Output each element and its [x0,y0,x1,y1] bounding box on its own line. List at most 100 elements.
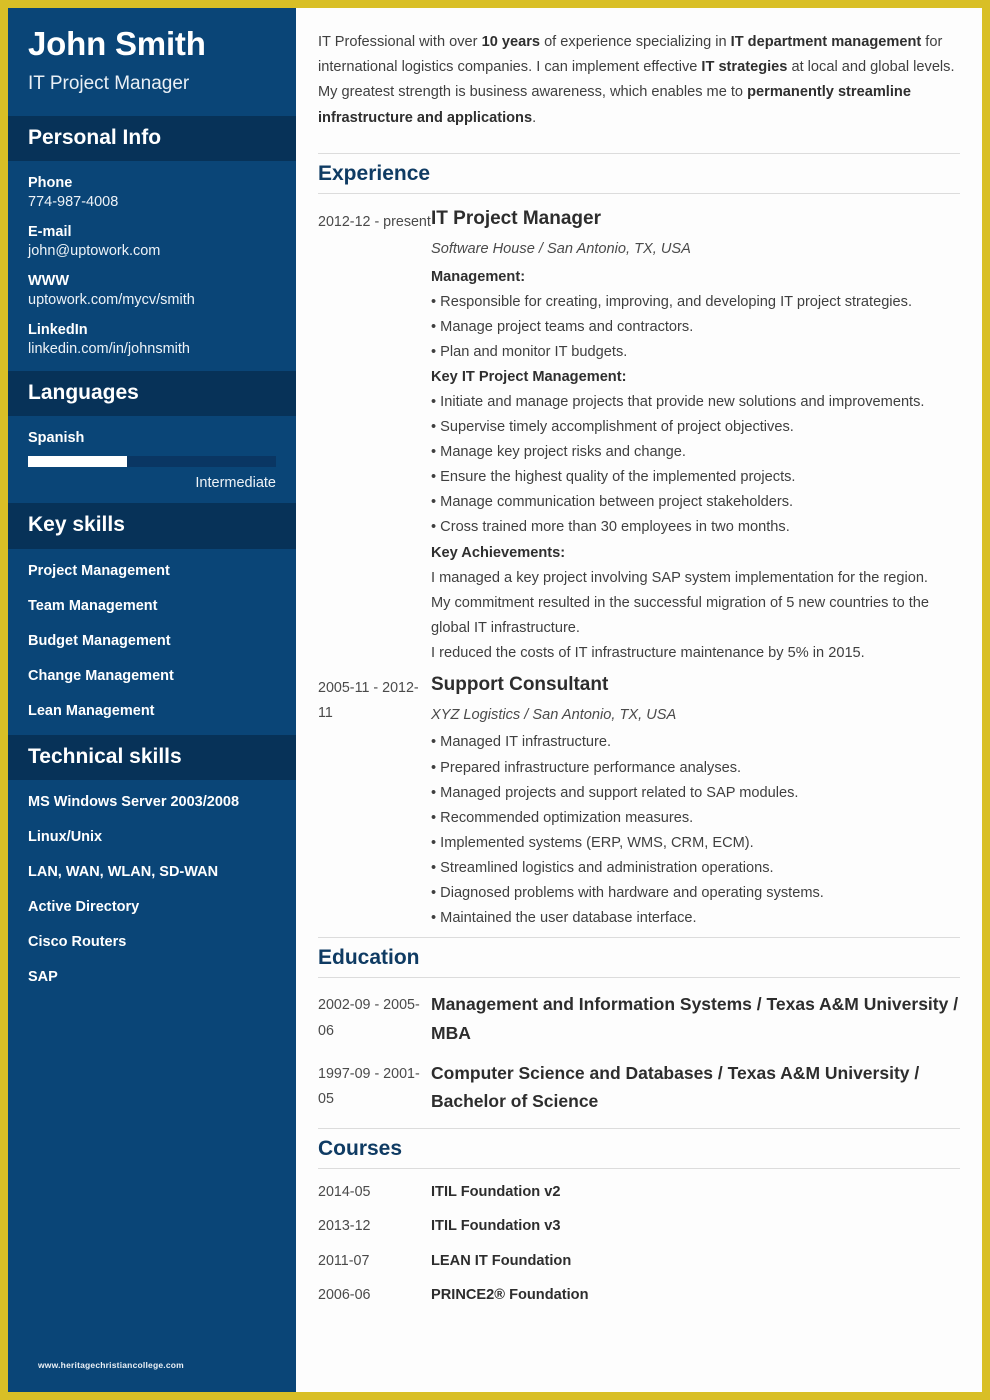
candidate-name: John Smith [28,25,206,62]
experience-bullet: • Cross trained more than 30 employees i… [431,519,790,536]
language-name: Spanish [28,430,85,447]
experience-bullet: • Ensure the highest quality of the impl… [431,469,796,486]
experience-entries: 2012-12 - present IT Project Manager Softw… [318,206,960,931]
experience-bullet: • Manage project teams and contractors. [431,318,694,335]
technical-skill-item: SAP [28,968,58,985]
personal-info-heading: Personal Info [28,125,162,149]
experience-bullet: • Managed IT infrastructure. [431,734,612,751]
technical-skill-item: MS Windows Server 2003/2008 [28,793,240,810]
experience-achievement-line: I managed a key project involving SAP sy… [431,569,928,586]
experience-entry-role: IT Project Manager [431,208,601,230]
experience-entry: 2012-12 - present IT Project Manager Softw… [318,206,960,666]
contact-item: WWW uptowork.com/mycv/smith [28,273,276,308]
languages-heading: Languages [28,381,139,404]
contact-value[interactable]: uptowork.com/mycv/smith [28,292,276,308]
technical-skills-heading: Technical skills [28,744,182,768]
technical-skills-list: MS Windows Server 2003/2008 Linux/Unix LAN… [8,780,296,1001]
technical-skill-item: LAN, WAN, WLAN, SD-WAN [28,863,219,880]
contact-label: WWW [28,273,70,289]
language-level-bar [28,456,276,468]
contact-value[interactable]: linkedin.com/in/johnsmith [28,341,276,357]
experience-bullet: • Diagnosed problems with hardware and o… [431,885,824,902]
summary-emphasis: permanently streamline infrastructure an… [318,84,911,126]
key-skills-heading: Key skills [28,513,125,537]
experience-bullet: • Responsible for creating, improving, a… [431,293,913,310]
education-section-head: Education [318,937,960,979]
experience-entry-date: 2005-11 - 2012-11 [318,680,419,722]
contact-label: Phone [28,175,73,191]
languages-band: Languages [8,371,296,417]
experience-entry-role: Support Consultant [431,674,609,696]
candidate-job-title: IT Project Manager [28,72,190,94]
key-skill-item: Team Management [28,597,158,614]
education-section: Education 2002-09 - 2005-06 Management an… [318,937,960,1116]
course-entry-date: 2011-07 [318,1252,370,1269]
languages-list: Spanish Intermediate [8,416,296,503]
courses-section-head: Courses [318,1127,960,1169]
key-skill-item: Lean Management [28,702,155,719]
key-skill-item: Budget Management [28,632,171,649]
experience-heading: Experience [318,161,431,185]
contact-value[interactable]: john@uptowork.com [28,243,276,259]
experience-entry-body: IT Project Manager Software House / San A… [431,206,960,666]
summary-emphasis: IT department management [730,34,922,50]
key-skill-item: Change Management [28,667,174,684]
course-entry-name: PRINCE2® Foundation [431,1286,589,1303]
course-entry-date: 2006-06 [318,1286,371,1303]
courses-entries: 2014-05 ITIL Foundation v2 2013-12 ITIL Fou… [318,1181,960,1307]
courses-heading: Courses [318,1136,403,1160]
identity-block: John Smith IT Project Manager [8,8,296,116]
experience-bullet: • Maintained the user database interface… [431,910,697,927]
course-entry-name: ITIL Foundation v3 [431,1218,561,1235]
experience-bullet: • Streamlined logistics and administrati… [431,859,774,876]
education-entry-date: 2002-09 - 2005-06 [318,997,420,1039]
experience-entry: 2005-11 - 2012-11 Support Consultant XYZ L… [318,672,960,931]
experience-bullet: • Supervise timely accomplishment of pro… [431,419,794,436]
experience-entry-company: Software House / San Antonio, TX, USA [431,240,691,257]
technical-skills-band: Technical skills [8,734,296,780]
resume-page: John Smith IT Project Manager Personal I… [0,0,990,1400]
contact-item: E-mail john@uptowork.com [28,224,276,259]
course-entry-name: LEAN IT Foundation [431,1252,572,1269]
experience-bullet: • Plan and monitor IT budgets. [431,343,628,360]
experience-subheading: Key Achievements: [431,544,566,561]
education-entry: 2002-09 - 2005-06 Management and Informat… [318,990,960,1047]
summary-emphasis: 10 years [481,34,541,50]
experience-bullet: • Implemented systems (ERP, WMS, CRM, EC… [431,834,754,851]
experience-achievement-line: My commitment resulted in the successful… [431,594,930,636]
experience-entry-date: 2012-12 - present [318,214,431,231]
experience-bullet: • Recommended optimization measures. [431,809,694,826]
contact-label: E-mail [28,224,72,240]
technical-skill-item: Cisco Routers [28,933,127,950]
experience-bullet: • Manage communication between project s… [431,494,794,511]
course-entry-date: 2013-12 [318,1218,371,1235]
professional-summary: IT Professional with over 10 years of ex… [318,34,955,126]
experience-entry-body: Support Consultant XYZ Logistics / San An… [431,672,960,931]
experience-section: Experience 2012-12 - present IT Project M… [318,152,960,931]
key-skills-list: Project Management Team Management Budget … [8,549,296,735]
course-entry: 2011-07 LEAN IT Foundation [318,1250,960,1273]
education-entry: 1997-09 - 2001-05 Computer Science and Da… [318,1059,960,1116]
language-item: Spanish Intermediate [28,430,276,491]
language-level-label: Intermediate [195,475,276,492]
sidebar: John Smith IT Project Manager Personal I… [8,8,296,1392]
course-entry: 2014-05 ITIL Foundation v2 [318,1181,960,1204]
education-heading: Education [318,946,420,970]
personal-info-band: Personal Info [8,115,296,161]
experience-bullet: • Initiate and manage projects that prov… [431,393,925,410]
experience-subheading: Management: [431,268,526,285]
contact-value[interactable]: 774-987-4008 [28,194,276,210]
experience-entry-company: XYZ Logistics / San Antonio, TX, USA [431,706,677,723]
experience-subheading: Key IT Project Management: [431,368,627,385]
education-entry-date: 1997-09 - 2001-05 [318,1066,420,1108]
education-entry-text: Computer Science and Databases / Texas A… [431,1063,920,1112]
main-content: IT Professional with over 10 years of ex… [296,8,982,1392]
course-entry-name: ITIL Foundation v2 [431,1183,561,1200]
experience-bullet: • Manage key project risks and change. [431,444,686,461]
technical-skill-item: Linux/Unix [28,828,103,845]
technical-skill-item: Active Directory [28,898,140,915]
summary-emphasis: IT strategies [701,59,788,76]
watermark: www.heritagechristiancollege.com [38,1360,184,1370]
contact-item: LinkedIn linkedin.com/in/johnsmith [28,322,276,357]
